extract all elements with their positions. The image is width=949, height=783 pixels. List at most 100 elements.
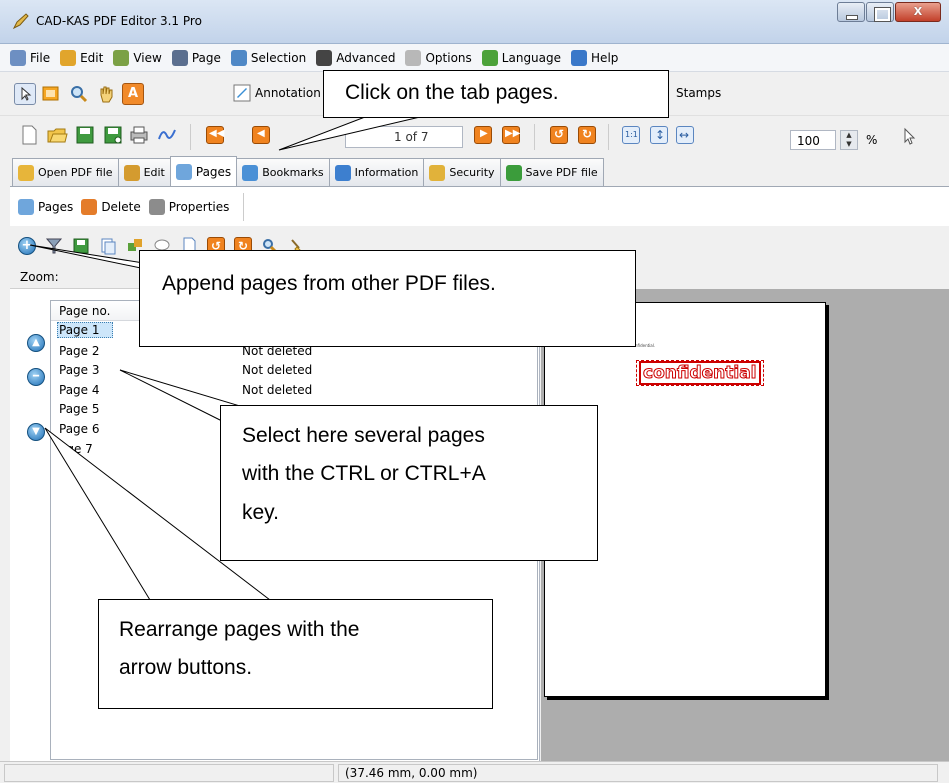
lasso-icon bbox=[230, 49, 247, 66]
next-page-button[interactable]: ▶ bbox=[474, 126, 492, 144]
callout-rearrange: Rearrange pages with the arrow buttons. bbox=[98, 599, 493, 709]
menu-item-edit[interactable]: Edit bbox=[60, 49, 103, 66]
copy-pages-icon[interactable] bbox=[99, 237, 117, 255]
remove-page-button[interactable]: ━ bbox=[27, 368, 45, 386]
minimize-button[interactable] bbox=[837, 2, 865, 22]
tab-label: Security bbox=[449, 166, 495, 179]
rotate-left-button[interactable]: ↺ bbox=[550, 126, 568, 144]
menu-label: Help bbox=[591, 50, 619, 65]
window-title: CAD-KAS PDF Editor 3.1 Pro bbox=[36, 14, 202, 28]
subbar-pages-button[interactable]: Pages bbox=[18, 198, 74, 215]
spin-up-icon[interactable]: ▲ bbox=[846, 131, 851, 139]
globe-icon bbox=[481, 49, 498, 66]
page-status-cell: Not deleted bbox=[242, 382, 313, 397]
tab-security[interactable]: Security bbox=[423, 158, 501, 186]
hand-icon bbox=[100, 86, 113, 103]
subbar-delete-button[interactable]: Delete bbox=[81, 198, 141, 215]
menu-item-file[interactable]: File bbox=[10, 49, 50, 66]
subbar-label: Delete bbox=[101, 199, 141, 214]
annotation-icon bbox=[233, 84, 251, 102]
new-document-icon[interactable] bbox=[18, 124, 40, 146]
next-page-icon: ▶ bbox=[480, 128, 488, 139]
rotate-right-button[interactable]: ↻ bbox=[578, 126, 596, 144]
page-status-cell: Not deleted bbox=[242, 363, 313, 378]
menu-label: Selection bbox=[250, 50, 307, 65]
maximize-button[interactable] bbox=[866, 2, 894, 22]
menu-item-help[interactable]: Help bbox=[571, 49, 619, 66]
page-indicator-field[interactable]: 1 of 7 bbox=[345, 126, 463, 148]
menu-item-options[interactable]: Options bbox=[405, 49, 472, 66]
subbar-label: Pages bbox=[38, 199, 74, 214]
tab-label: Save PDF file bbox=[525, 166, 598, 179]
append-pages-icon[interactable]: + bbox=[18, 237, 36, 255]
app-pen-icon bbox=[12, 13, 29, 30]
open-folder-icon[interactable] bbox=[46, 124, 68, 146]
tab-label: Bookmarks bbox=[262, 166, 324, 179]
callout-tab-pages-text: Click on the tab pages. bbox=[345, 81, 559, 104]
tab-label: Information bbox=[354, 166, 419, 179]
arrow-up-icon: ▲ bbox=[32, 337, 40, 348]
zoom-unit: % bbox=[866, 133, 878, 147]
stamps-label[interactable]: Stamps bbox=[676, 86, 721, 100]
callout-tab-pages: Click on the tab pages. bbox=[323, 70, 669, 118]
save-icon[interactable] bbox=[74, 124, 96, 146]
subbar-separator bbox=[243, 192, 245, 221]
frame-icon bbox=[42, 86, 59, 101]
menu-item-page[interactable]: Page bbox=[171, 49, 221, 66]
table-row[interactable]: Page 4 Not deleted bbox=[51, 381, 537, 400]
callout-select-line1: Select here several pages bbox=[242, 424, 485, 447]
zoom-tool-button[interactable] bbox=[68, 83, 90, 105]
filter-icon[interactable] bbox=[45, 237, 63, 255]
frame-tool-button[interactable] bbox=[40, 83, 62, 105]
tab-pages[interactable]: Pages bbox=[169, 156, 238, 186]
tab-icon bbox=[18, 164, 34, 181]
move-page-down-button[interactable]: ▼ bbox=[27, 423, 45, 441]
fit-height-icon: ↕ bbox=[655, 128, 666, 142]
menu-item-selection[interactable]: Selection bbox=[230, 49, 307, 66]
wrench-icon bbox=[405, 49, 422, 66]
print-icon[interactable] bbox=[128, 124, 150, 146]
callout-select-line2: with the CTRL or CTRL+A bbox=[242, 462, 486, 485]
actual-size-button[interactable]: 1:1 bbox=[622, 126, 640, 144]
text-a-icon: A bbox=[128, 86, 139, 101]
fit-height-button[interactable]: ↕ bbox=[650, 126, 668, 144]
tab-information[interactable]: Information bbox=[328, 158, 425, 186]
tab-edit[interactable]: Edit bbox=[117, 158, 171, 186]
first-page-button[interactable]: ◀◀ bbox=[206, 126, 224, 144]
table-row[interactable]: Page 3 Not deleted bbox=[51, 361, 537, 380]
menu-bar: File Edit View Page Selection Advanced Options… bbox=[0, 44, 949, 72]
tab-bookmarks[interactable]: Bookmarks bbox=[236, 158, 330, 186]
zoom-spinner[interactable]: ▲ ▼ bbox=[840, 130, 858, 150]
close-button[interactable]: X bbox=[895, 2, 941, 22]
tab-save-pdf-file[interactable]: Save PDF file bbox=[499, 158, 604, 186]
previous-page-button[interactable]: ◀ bbox=[252, 126, 270, 144]
save-as-icon[interactable] bbox=[102, 124, 124, 146]
tab-open-pdf-file[interactable]: Open PDF file bbox=[12, 158, 119, 186]
callout-append-text: Append pages from other PDF files. bbox=[162, 272, 496, 295]
hand-tool-button[interactable] bbox=[95, 83, 117, 105]
text-tool-button[interactable]: A bbox=[122, 83, 144, 105]
save-pages-icon[interactable] bbox=[72, 237, 90, 255]
annotation-label[interactable]: Annotation bbox=[255, 86, 321, 100]
column-page-no[interactable]: Page no. bbox=[59, 304, 110, 318]
move-page-up-button[interactable]: ▲ bbox=[27, 334, 45, 352]
page-number-cell: Page 4 bbox=[59, 382, 100, 397]
subbar-properties-button[interactable]: Properties bbox=[148, 198, 229, 215]
fit-width-button[interactable]: ↔ bbox=[676, 126, 694, 144]
magnifier-icon bbox=[71, 86, 88, 103]
toolbar-separator bbox=[190, 124, 191, 150]
pointer-icon[interactable] bbox=[898, 126, 920, 148]
select-tool-button[interactable] bbox=[14, 83, 36, 105]
menu-item-language[interactable]: Language bbox=[481, 49, 561, 66]
signature-icon[interactable] bbox=[156, 124, 178, 146]
menu-item-advanced[interactable]: Advanced bbox=[316, 49, 395, 66]
graduation-icon bbox=[316, 49, 333, 66]
menu-item-view[interactable]: View bbox=[113, 49, 162, 66]
confidential-stamp[interactable]: confidential bbox=[636, 360, 764, 386]
last-page-button[interactable]: ▶▶ bbox=[502, 126, 520, 144]
zoom-input[interactable]: 100 bbox=[790, 130, 836, 150]
annotation-icon-button[interactable] bbox=[232, 83, 254, 105]
tab-icon bbox=[242, 164, 259, 181]
toolbar-separator bbox=[608, 124, 609, 150]
spin-down-icon[interactable]: ▼ bbox=[846, 140, 851, 148]
